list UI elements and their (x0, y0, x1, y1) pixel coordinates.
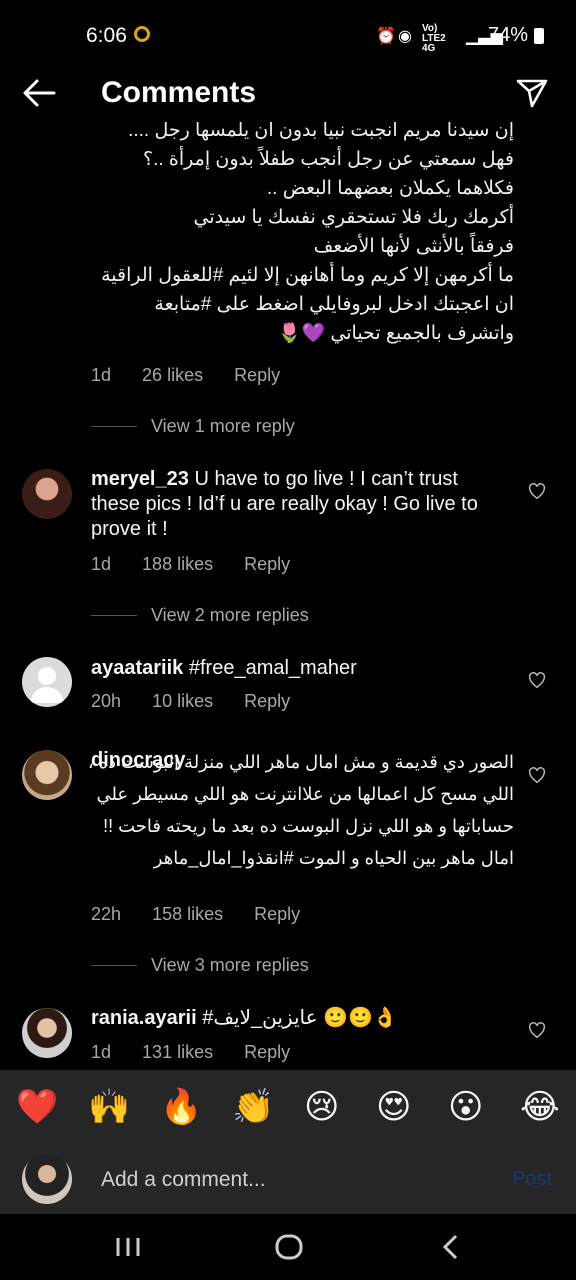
caption-line: إن سيدنا مريم أنجبت نبيا بدون أن يلمسها … (128, 122, 514, 141)
clapping-emoji-button[interactable]: 👏 (232, 1087, 274, 1127)
avatar[interactable] (22, 1008, 72, 1058)
caption-text: إن سيدنا مريم أنجبت نبيا بدون أن يلمسها … (84, 122, 514, 348)
divider (91, 965, 137, 966)
caption-line: فكلاهما يكملان بعضهما البعض .. (266, 178, 514, 199)
post-button[interactable]: Post (512, 1168, 552, 1191)
raised-hands-emoji-button[interactable]: 🙌 (88, 1087, 130, 1127)
comment-username[interactable]: meryel_23 (91, 468, 189, 490)
avatar[interactable] (22, 657, 72, 707)
clock-icon: ◉ (398, 28, 412, 45)
back-arrow-icon[interactable] (22, 78, 56, 113)
like-heart-icon[interactable] (528, 672, 546, 693)
status-time: 6:06 (86, 24, 127, 47)
view-more-label: View 2 more replies (151, 605, 309, 625)
comment-body: ayaatariik #free_amal_maher (91, 656, 511, 681)
like-heart-icon[interactable] (528, 767, 546, 788)
comment-input-bar: Add a comment... Post (0, 1148, 576, 1214)
view-more-replies[interactable]: View 1 more reply (91, 416, 295, 437)
comment-meta: 1d 131 likes Reply (91, 1042, 316, 1063)
view-more-replies[interactable]: View 2 more replies (91, 605, 309, 626)
own-avatar (22, 1154, 72, 1204)
page-title: Comments (101, 76, 257, 109)
laughing-emoji-button[interactable]: 😂 (520, 1087, 560, 1127)
view-more-replies[interactable]: View 3 more replies (91, 955, 309, 976)
comment-input[interactable]: Add a comment... (101, 1168, 266, 1192)
send-icon[interactable] (516, 78, 548, 113)
divider (91, 426, 137, 427)
reply-button[interactable]: Reply (244, 1042, 290, 1062)
comment-time: 1d (91, 1042, 112, 1062)
like-count[interactable]: 188 likes (142, 554, 213, 574)
reply-button[interactable]: Reply (244, 554, 290, 574)
like-heart-icon[interactable] (528, 1022, 546, 1043)
comment-time: 22h (91, 904, 122, 924)
caption-line: ما أكرمهن إلا كريم وما أهانهن إلا لئيم #… (101, 265, 514, 286)
comment-time: 20h (91, 691, 122, 711)
comment-body: meryel_23 U have to go live ! I can’t tr… (91, 467, 511, 542)
like-count[interactable]: 158 likes (152, 904, 223, 924)
avatar[interactable] (22, 750, 72, 800)
like-count[interactable]: 131 likes (142, 1042, 213, 1062)
caption-line: فهل سمعتي عن رجل أنجب طفلاً بدون إمرأة .… (143, 149, 514, 170)
surprised-emoji-button[interactable]: 😮 (448, 1087, 483, 1127)
caption-line: أكرمك ربك فلا تستحقري نفسك يا سيدتي (193, 207, 514, 228)
comment-text: #عايزين_لايف 🙂🙂👌 (202, 1007, 398, 1029)
back-nav-icon[interactable] (440, 1234, 460, 1265)
like-count[interactable]: 10 likes (152, 691, 213, 711)
caption-line: ان اعجبتك ادخل لبروفايلي اضغط على #متابع… (154, 294, 514, 315)
caption-meta: 1d 26 likes Reply (91, 365, 306, 386)
caption-clip: إن سيدنا مريم أنجبت نبيا بدون أن يلمسها … (0, 122, 576, 362)
crying-emoji-button[interactable]: 😢 (304, 1087, 339, 1127)
status-bar: 6:06 ⏰ ◉ Vo) LTE2 4G ▁▃▅ 74% (0, 0, 576, 70)
comments-header: Comments (0, 70, 576, 120)
reply-button[interactable]: Reply (244, 691, 290, 711)
notification-icon (134, 26, 150, 42)
comment-text: الصور دي قديمة و مش امال ماهر اللي منزلة… (87, 752, 514, 868)
comment-text: #free_amal_maher (188, 657, 357, 679)
like-heart-icon[interactable] (528, 483, 546, 504)
view-more-label: View 1 more reply (151, 416, 295, 436)
fire-emoji-button[interactable]: 🔥 (160, 1087, 202, 1127)
comment-meta: 20h 10 likes Reply (91, 691, 316, 712)
reply-button[interactable]: Reply (234, 365, 280, 385)
heart-eyes-emoji-button[interactable]: 😍 (376, 1087, 411, 1127)
comment-body: rania.ayarii #عايزين_لايف 🙂🙂👌 (91, 1006, 511, 1031)
reply-button[interactable]: Reply (254, 904, 300, 924)
recent-apps-icon[interactable] (115, 1236, 141, 1263)
comment-meta: 22h 158 likes Reply (91, 904, 326, 925)
comment-time: 1d (91, 365, 112, 385)
alarm-icon: ⏰ (376, 28, 396, 45)
view-more-label: View 3 more replies (151, 955, 309, 975)
battery-icon (534, 28, 544, 44)
caption-line: واتشرف بالجميع تحياتي 💜🌷 (277, 323, 514, 344)
network-indicator: Vo) LTE2 4G (422, 23, 446, 54)
comment-username[interactable]: ayaatariik (91, 657, 183, 679)
home-icon[interactable] (275, 1234, 303, 1265)
caption-line: فرفقاً بالأنثى لأنها الأضعف (313, 236, 514, 257)
heart-emoji-button[interactable]: ❤️ (16, 1087, 58, 1127)
comment-username[interactable]: rania.ayarii (91, 1007, 197, 1029)
like-count[interactable]: 26 likes (142, 365, 203, 385)
emoji-reaction-bar: ❤️ 🙌 🔥 👏 😢 😍 😮 😂 (0, 1070, 576, 1148)
comment-time: 1d (91, 554, 112, 574)
divider (91, 615, 137, 616)
comment-meta: 1d 188 likes Reply (91, 554, 316, 575)
system-nav-bar (0, 1214, 576, 1280)
battery-level: 74% (487, 24, 528, 46)
avatar[interactable] (22, 469, 72, 519)
